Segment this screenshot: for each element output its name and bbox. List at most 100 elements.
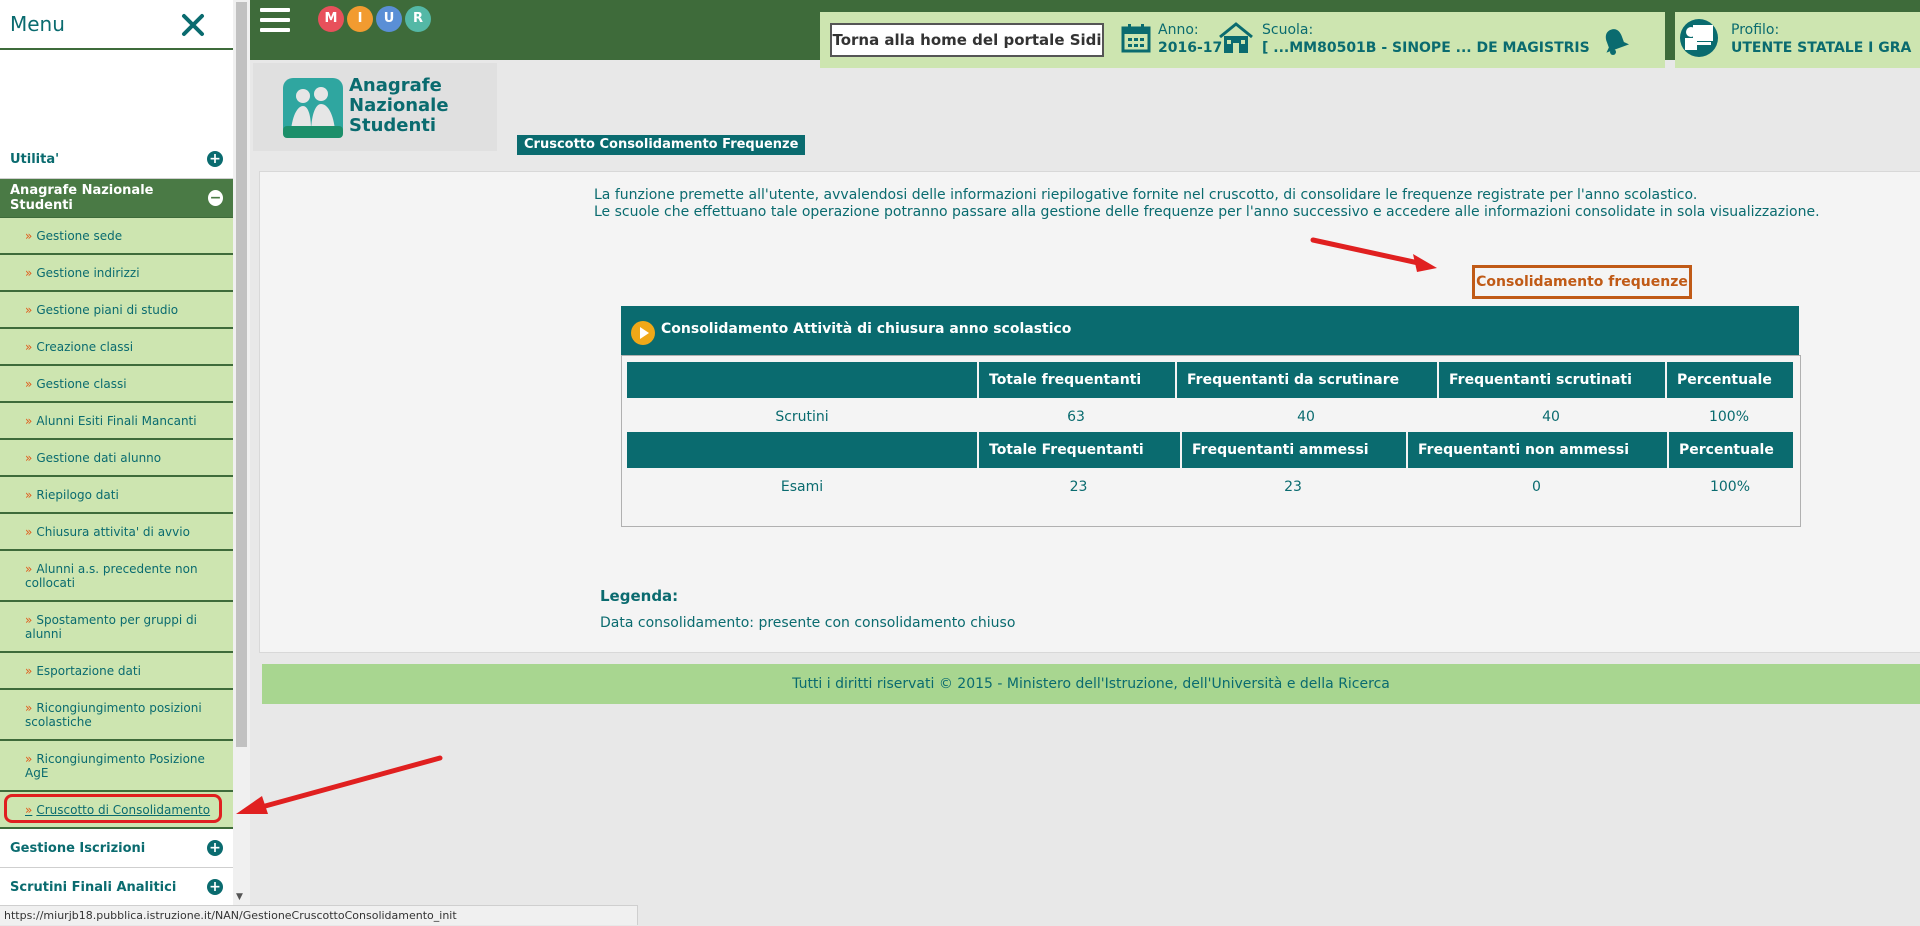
brand-title: Anagrafe Nazionale Studenti [349,76,449,136]
profile-box[interactable]: Profilo: UTENTE STATALE I GRA [1675,12,1920,68]
table-cell: 100% [1708,409,1750,425]
table-cell: 23 [1284,479,1302,495]
arrow-icon: » [25,487,33,502]
sidebar-item-chiusura-avvio[interactable]: » Chiusura attivita' di avvio [0,514,233,551]
section-label: Scrutini Finali Analitici [10,879,177,895]
annotation-arrow-icon [236,755,443,814]
anno-label: Anno: [1158,22,1199,38]
table-cell: 40 [1297,409,1315,425]
user-profile-icon [1680,19,1718,57]
sidebar-item-label: Gestione dati alunno [36,450,162,465]
arrow-icon: » [25,413,33,428]
sidebar-section-scrutini-finali[interactable]: Scrutini Finali Analitici + [0,868,233,907]
highlight-outline [4,794,222,823]
page-title: Cruscotto Consolidamento Frequenze [517,135,806,155]
sidebar-item-label: Ricongiungimento Posizione AgE [25,751,205,780]
info-bar: Torna alla home del portale Sidi Anno: 2… [820,12,1665,68]
arrow-icon: » [25,700,33,715]
profilo-label: Profilo: [1731,22,1780,38]
arrow-icon: » [25,339,33,354]
logo-letter: I [347,6,373,32]
table-header-cell [627,432,977,468]
sidebar-item-label: Alunni a.s. precedente non collocati [25,561,198,590]
table-header-cell: Totale Frequentanti [977,432,1180,468]
sidebar-item-ricongiungimento-age[interactable]: » Ricongiungimento Posizione AgE [0,741,233,792]
sidebar-item-riepilogo-dati[interactable]: » Riepilogo dati [0,477,233,514]
profilo-value: UTENTE STATALE I GRA [1731,40,1912,56]
sidebar-item-label: Gestione piani di studio [36,302,179,317]
play-icon [631,321,655,345]
sidebar-item-label: Ricongiungimento posizioni scolastiche [25,700,202,729]
menu-title: Menu [10,12,65,36]
brand-line: Studenti [349,115,437,136]
home-portal-button[interactable]: Torna alla home del portale Sidi [830,23,1104,57]
sidebar-item-creazione-classi[interactable]: » Creazione classi [0,329,233,366]
table-header-cell: Frequentanti da scrutinare [1175,362,1437,398]
sidebar-section-utilita[interactable]: Utilita' + [0,140,233,179]
sidebar-item-alunni-esiti[interactable]: » Alunni Esiti Finali Mancanti [0,403,233,440]
sidebar-item-gestione-classi[interactable]: » Gestione classi [0,366,233,403]
miur-logo: M I U R [318,6,434,36]
scroll-down-icon[interactable]: ▼ [236,892,243,902]
sidebar-item-gestione-indirizzi[interactable]: » Gestione indirizzi [0,255,233,292]
sidebar-item-ricongiungimento-posizioni[interactable]: » Ricongiungimento posizioni scolastiche [0,690,233,741]
sidebar-item-label: Spostamento per gruppi di alunni [25,612,198,641]
scrutini-header-row: Totale frequentanti Frequentanti da scru… [627,362,1793,398]
legend-title: Legenda: [600,587,679,605]
consolidamento-button[interactable]: Consolidamento frequenze a.s. [1472,265,1692,318]
scuola-label: Scuola: [1262,22,1314,38]
section-label: Anagrafe Nazionale Studenti [10,183,154,213]
page-description: La funzione premette all'utente, avvalen… [594,187,1820,221]
status-bar-url: https://miurjb18.pubblica.istruzione.it/… [0,905,638,925]
students-logo-icon [283,78,343,138]
sidebar-item-piani-studio[interactable]: » Gestione piani di studio [0,292,233,329]
sidebar-item-label: Alunni Esiti Finali Mancanti [36,413,197,428]
hamburger-menu-icon[interactable] [260,8,290,32]
sidebar-item-label-wrap: » Alunni a.s. precedente non collocati [25,562,223,590]
arrow-icon: » [25,450,33,465]
table-cell: 23 [1069,479,1088,495]
arrow-icon: » [25,751,33,766]
sidebar-item-label: Gestione sede [36,228,123,243]
sidebar-section-gestione-iscrizioni[interactable]: Gestione Iscrizioni + [0,829,233,868]
plus-icon: + [207,840,223,856]
anno-value: 2016-17 [1158,40,1223,56]
table-header-cell: Frequentanti ammessi [1180,432,1406,468]
brand-line: Anagrafe [349,75,442,96]
sidebar-item-dati-alunno[interactable]: » Gestione dati alunno [0,440,233,477]
scuola-value: [ ...MM80501B - SINOPE ... DE MAGISTRIS [1262,40,1590,56]
sidebar-item-cruscotto-consolidamento[interactable]: » Cruscotto di Consolidamento [0,792,233,829]
esami-header-row: Totale Frequentanti Frequentanti ammessi… [627,432,1793,468]
sidebar-section-anagrafe[interactable]: Anagrafe Nazionale Studenti − [0,179,233,218]
table-header-cell: Percentuale [1665,362,1793,398]
sidebar-item-esportazione-dati[interactable]: » Esportazione dati [0,653,233,690]
row-label: Esami [780,479,824,495]
section-label: Gestione Iscrizioni [10,840,146,856]
sidebar-item-label-wrap: » Ricongiungimento Posizione AgE [25,752,223,780]
table-title: Consolidamento Attività di chiusura anno… [661,321,1072,337]
close-icon[interactable] [180,12,206,38]
arrow-icon: » [25,302,33,317]
description-line: La funzione premette all'utente, avvalen… [594,187,1698,203]
brand-line: Nazionale [349,95,449,116]
table-header-cell: Frequentanti scrutinati [1437,362,1665,398]
sidebar-item-alunni-non-collocati[interactable]: » Alunni a.s. precedente non collocati [0,551,233,602]
bell-icon[interactable] [1600,26,1630,56]
logo-letter: R [405,6,431,32]
table-cell: 40 [1542,409,1560,425]
legend-text: Data consolidamento: presente con consol… [600,615,1016,631]
sidebar-scroll-thumb[interactable] [236,2,247,747]
logo-letter: U [376,6,402,32]
sidebar-item-label: Gestione indirizzi [36,265,140,280]
table-header-cell: Totale frequentanti [977,362,1175,398]
sidebar-item-spostamento-gruppi[interactable]: » Spostamento per gruppi di alunni [0,602,233,653]
arrow-icon: » [25,524,33,539]
school-icon [1219,22,1253,53]
sidebar-item-gestione-sede[interactable]: » Gestione sede [0,218,233,255]
arrow-icon: » [25,376,33,391]
sidebar-item-label: Chiusura attivita' di avvio [36,524,190,539]
table-header-cell: Frequentanti non ammessi [1406,432,1667,468]
calendar-icon [1121,24,1151,53]
minus-icon: − [207,190,223,206]
sidebar-item-label: Riepilogo dati [36,487,119,502]
